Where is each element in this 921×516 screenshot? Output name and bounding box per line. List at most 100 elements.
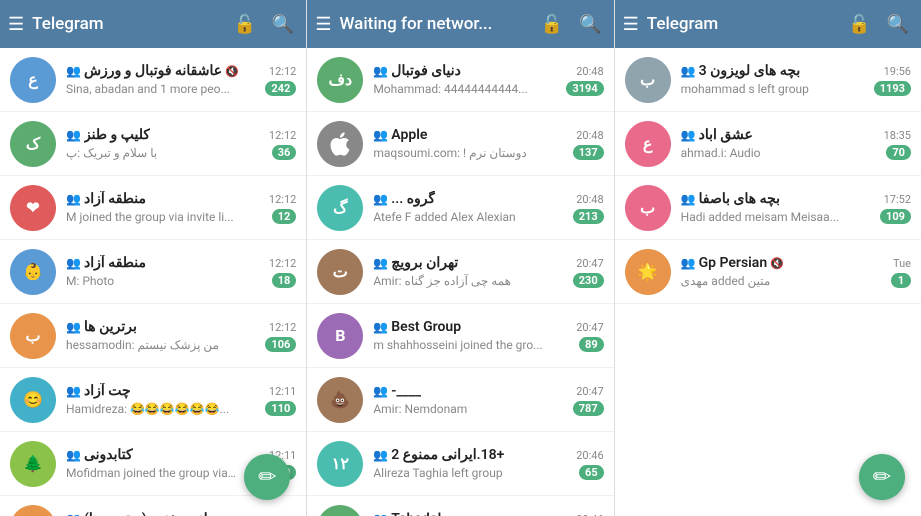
chat-top-row: 👥+18.ایرانی ممنوع 220:46 bbox=[373, 447, 603, 463]
chat-time: 20:47 bbox=[576, 321, 603, 334]
chat-item[interactable]: ع👥عشق اباد18:35ahmad.i: Audio70 bbox=[615, 112, 921, 176]
chat-name: دنیای فوتبال bbox=[391, 63, 461, 79]
group-icon: 👥 bbox=[66, 320, 81, 334]
avatar: ب bbox=[10, 313, 56, 359]
chat-content: 👥بچه های باصفا17:52Hadi added meisam Mei… bbox=[681, 191, 911, 224]
menu-icon[interactable]: ☰ bbox=[8, 14, 24, 35]
chat-item[interactable]: ❤👥منطقه آزاد12:12M joined the group via … bbox=[0, 176, 306, 240]
chat-top-row: 👥منطقه آزاد12:12 bbox=[66, 191, 296, 207]
avatar: ع bbox=[10, 57, 56, 103]
chat-time: 17:52 bbox=[884, 193, 911, 206]
chat-item[interactable]: دف👥دنیای فوتبال20:48Mohammad: 4444444444… bbox=[307, 48, 613, 112]
chat-name: کتابدونی bbox=[84, 447, 133, 463]
chat-time: 20:48 bbox=[576, 193, 603, 206]
chat-item[interactable]: ب👥بچه های لویزون 319:56mohammad s left g… bbox=[615, 48, 921, 112]
menu-icon[interactable]: ☰ bbox=[623, 14, 639, 35]
group-icon: 👥 bbox=[66, 256, 81, 270]
chat-name: بچه های باصفا bbox=[699, 191, 780, 207]
chat-content: 👥برترین ها12:12hessamodin: من پزشک نیستم… bbox=[66, 319, 296, 352]
group-icon: 👥 bbox=[681, 256, 696, 270]
chat-preview: M: Photo bbox=[66, 274, 114, 288]
unread-badge: 18 bbox=[272, 273, 297, 288]
chat-item[interactable]: گ👥گروه ...20:48Atefe F added Alex Alexia… bbox=[307, 176, 613, 240]
chat-bottom-row: m shahhosseini joined the gro...89 bbox=[373, 337, 603, 352]
chat-content: 👥Tabadol20:46farshid joined the group vi… bbox=[373, 511, 603, 516]
chat-bottom-row: M joined the group via invite li...12 bbox=[66, 209, 296, 224]
chat-item[interactable]: ک👥کلیپ و طنز12:12با سلام و تبریک :پ36 bbox=[0, 112, 306, 176]
chat-time: 12:12 bbox=[269, 321, 296, 334]
unread-badge: 106 bbox=[265, 337, 296, 352]
chat-item[interactable]: B👥Best Group20:47m shahhosseini joined t… bbox=[307, 304, 613, 368]
group-icon: 👥 bbox=[66, 384, 81, 398]
chat-item[interactable]: 👶👥منطقه آزاد12:12M: Photo18 bbox=[0, 240, 306, 304]
search-icon[interactable]: 🔍 bbox=[883, 10, 913, 39]
unread-badge: 70 bbox=[886, 145, 911, 160]
chat-item[interactable]: 👥Apple20:48maqsoumi.com: ! دوستان نرم137 bbox=[307, 112, 613, 176]
lock-icon[interactable]: 🔓 bbox=[537, 10, 567, 39]
chat-item[interactable]: ع👥عاشقانه فوتبال و ورزش🔇12:12Sina, abada… bbox=[0, 48, 306, 112]
chat-name: Apple bbox=[391, 127, 427, 143]
chat-item[interactable]: ب👥برترین ها12:12hessamodin: من پزشک نیست… bbox=[0, 304, 306, 368]
menu-icon[interactable]: ☰ bbox=[315, 14, 331, 35]
chat-item[interactable]: ب👥بچه های باصفا17:52Hadi added meisam Me… bbox=[615, 176, 921, 240]
chat-name: طنز و خنده (برترین ها) bbox=[84, 511, 215, 516]
header-right: ☰Telegram🔓🔍 bbox=[615, 0, 921, 48]
avatar: 😊 bbox=[10, 377, 56, 423]
lock-icon[interactable]: 🔓 bbox=[229, 10, 259, 39]
chat-item[interactable]: ت 👥تهران برویچ20:47 Amir: همه چی آزاده جز … bbox=[307, 240, 613, 304]
chat-bottom-row: Amir: همه چی آزاده جز گناه230 bbox=[373, 273, 603, 288]
group-icon: 👥 bbox=[66, 512, 81, 516]
chat-item[interactable]: T👥Tabadol20:46farshid joined the group v… bbox=[307, 496, 613, 516]
chat-item[interactable]: 🌟👥Gp Persian🔇Tueمتین added مهدی1 bbox=[615, 240, 921, 304]
chat-name: گروه ... bbox=[391, 191, 435, 207]
search-icon[interactable]: 🔍 bbox=[268, 10, 298, 39]
group-icon: 👥 bbox=[681, 64, 696, 78]
chat-item[interactable]: 💩👥____-20:47Amir: Nemdonam787 bbox=[307, 368, 613, 432]
chat-item[interactable]: 😊👥چت آزاد12:11Hamidreza: 😂😂😂😂😂😂...110 bbox=[0, 368, 306, 432]
chat-content: 👥گروه ...20:48Atefe F added Alex Alexian… bbox=[373, 191, 603, 224]
chat-top-row: 👥طنز و خنده (برترین ها) bbox=[66, 511, 296, 516]
unread-badge: 109 bbox=[880, 209, 911, 224]
group-icon: 👥 bbox=[681, 192, 696, 206]
chat-top-row: 👥عاشقانه فوتبال و ورزش🔇12:12 bbox=[66, 63, 296, 79]
chat-list: ب👥بچه های لویزون 319:56mohammad s left g… bbox=[615, 48, 921, 516]
avatar: ع bbox=[625, 121, 671, 167]
chat-preview: Atefe F added Alex Alexian bbox=[373, 210, 515, 224]
chat-top-row: 👥کلیپ و طنز12:12 bbox=[66, 127, 296, 143]
lock-icon[interactable]: 🔓 bbox=[844, 10, 874, 39]
search-icon[interactable]: 🔍 bbox=[575, 10, 605, 39]
chat-name: تهران برویچ bbox=[391, 255, 458, 271]
chat-preview: mohammad s left group bbox=[681, 82, 809, 96]
chat-bottom-row: maqsoumi.com: ! دوستان نرم137 bbox=[373, 145, 603, 160]
header-left: ☰Telegram🔓🔍 bbox=[0, 0, 306, 48]
chat-time: 18:35 bbox=[884, 129, 911, 142]
chat-content: 👥دنیای فوتبال20:48Mohammad: 44444444444.… bbox=[373, 63, 603, 96]
unread-badge: 3194 bbox=[566, 81, 603, 96]
chat-top-row: 👥تهران برویچ20:47 bbox=[373, 255, 603, 271]
group-icon: 👥 bbox=[373, 320, 388, 334]
chat-top-row: 👥____-20:47 bbox=[373, 383, 603, 399]
fab-button[interactable]: ✏ bbox=[244, 454, 290, 500]
chat-time: 12:12 bbox=[269, 65, 296, 78]
fab-button[interactable]: ✏ bbox=[859, 454, 905, 500]
chat-time: 20:48 bbox=[576, 129, 603, 142]
unread-badge: 12 bbox=[272, 209, 297, 224]
chat-content: 👥Apple20:48maqsoumi.com: ! دوستان نرم137 bbox=[373, 127, 603, 160]
chat-content: 👥منطقه آزاد12:12M: Photo18 bbox=[66, 255, 296, 288]
group-icon: 👥 bbox=[373, 256, 388, 270]
chat-top-row: 👥گروه ...20:48 bbox=[373, 191, 603, 207]
chat-preview: Hamidreza: 😂😂😂😂😂😂... bbox=[66, 402, 229, 416]
avatar: ت bbox=[317, 249, 363, 295]
chat-time: 12:11 bbox=[269, 385, 296, 398]
unread-badge: 1 bbox=[891, 273, 911, 288]
chat-preview: Amir: همه چی آزاده جز گناه bbox=[373, 274, 511, 288]
chat-item[interactable]: ١٢👥+18.ایرانی ممنوع 220:46Alireza Taghia… bbox=[307, 432, 613, 496]
chat-time: 12:12 bbox=[269, 193, 296, 206]
chat-list: ع👥عاشقانه فوتبال و ورزش🔇12:12Sina, abada… bbox=[0, 48, 306, 516]
unread-badge: 36 bbox=[272, 145, 297, 160]
column-middle: ☰Waiting for networ...🔓🔍دف👥دنیای فوتبال2… bbox=[307, 0, 614, 516]
avatar: گ bbox=[317, 185, 363, 231]
chat-bottom-row: Atefe F added Alex Alexian213 bbox=[373, 209, 603, 224]
chat-preview: hessamodin: من پزشک نیستم bbox=[66, 338, 219, 352]
avatar: ١٢ bbox=[317, 441, 363, 487]
